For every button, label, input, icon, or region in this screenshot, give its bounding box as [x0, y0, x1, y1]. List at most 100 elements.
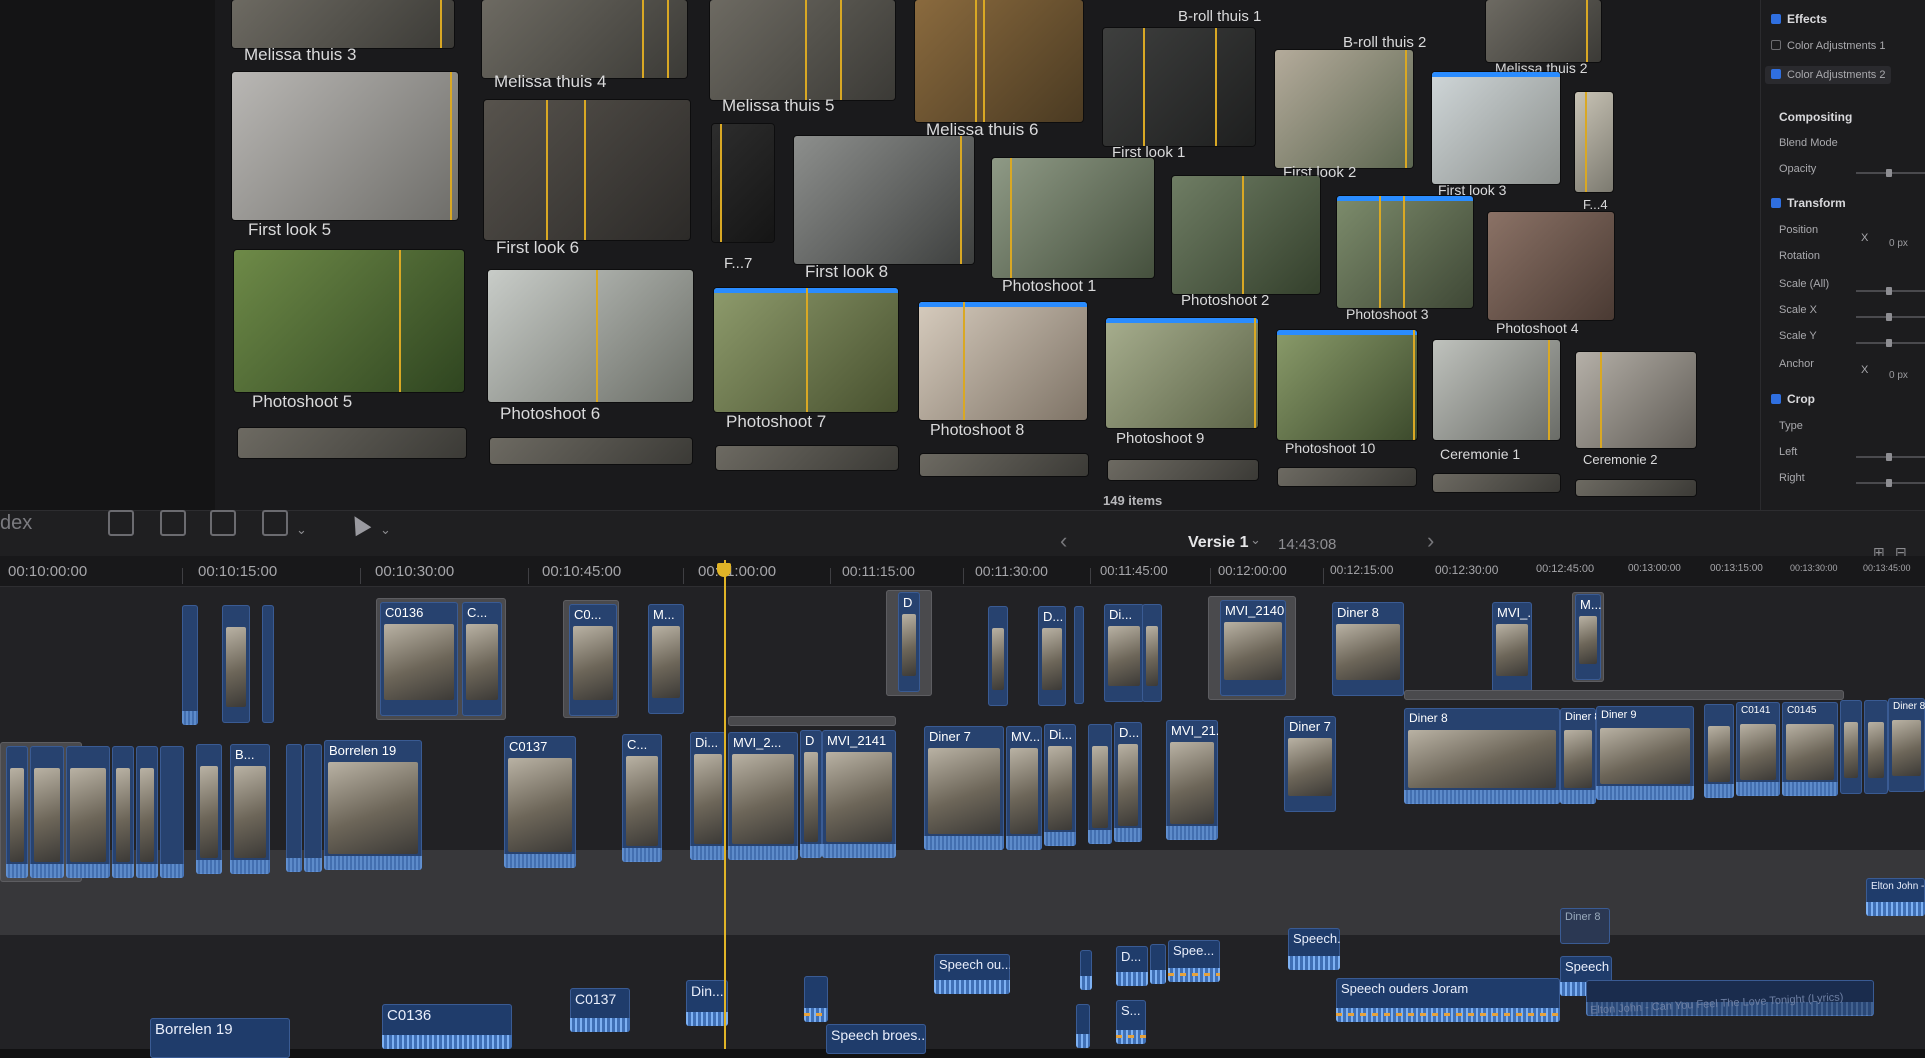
checkbox-icon[interactable]	[1771, 40, 1781, 50]
chevron-down-icon[interactable]: ⌄	[380, 522, 391, 538]
timeline-clip[interactable]: Diner 8	[1560, 708, 1596, 804]
browser-clip[interactable]	[920, 454, 1088, 476]
append-clip-icon[interactable]	[210, 510, 236, 536]
audio-clip[interactable]: S...	[1116, 1000, 1146, 1044]
timeline-clip[interactable]: C...	[622, 734, 662, 862]
browser-clip[interactable]	[1488, 212, 1614, 320]
browser-clip[interactable]	[490, 438, 692, 464]
compositing-section[interactable]: Compositing	[1779, 110, 1852, 124]
timeline-clip[interactable]: MV...	[1006, 726, 1042, 850]
browser-clip[interactable]	[1433, 474, 1560, 492]
browser-clip[interactable]	[1277, 330, 1417, 440]
timeline-clip[interactable]: MVI_2...	[728, 732, 798, 860]
browser-clip[interactable]	[238, 428, 466, 458]
audio-clip[interactable]: Speech ouders Joram	[1336, 978, 1560, 1022]
checkbox-icon[interactable]	[1771, 198, 1781, 208]
timeline-clip[interactable]: D...	[1114, 722, 1142, 842]
transform-section[interactable]: Transform	[1771, 196, 1846, 210]
project-name[interactable]: Versie 1	[1188, 534, 1249, 552]
browser-clip[interactable]	[1433, 340, 1560, 440]
timeline-clip[interactable]: Di...	[1104, 604, 1144, 702]
audio-clip[interactable]	[1076, 1004, 1090, 1048]
crop-section[interactable]: Crop	[1771, 392, 1815, 406]
checkbox-icon[interactable]	[1771, 14, 1781, 24]
audio-clip[interactable]: Diner 8	[1560, 908, 1610, 944]
timeline-clip[interactable]: M...	[1575, 594, 1601, 680]
browser-clip[interactable]	[1275, 50, 1413, 168]
timeline-clip[interactable]	[1142, 604, 1162, 702]
anchor-x-value[interactable]: 0 px	[1889, 370, 1908, 381]
timeline-clip[interactable]: B...	[230, 744, 270, 874]
browser-clip[interactable]	[232, 0, 454, 48]
timeline-clip[interactable]	[1088, 724, 1112, 844]
audio-clip[interactable]: Speech ou...	[934, 954, 1010, 994]
timeline-clip[interactable]: C0145	[1782, 702, 1838, 796]
browser-clip[interactable]	[1576, 480, 1696, 496]
scale-x-slider[interactable]	[1856, 313, 1925, 321]
opacity-slider[interactable]	[1856, 169, 1925, 177]
timeline-clip[interactable]: Di...	[690, 732, 726, 860]
browser-clip[interactable]	[716, 446, 898, 470]
audio-clip[interactable]: Speech broes...	[826, 1024, 926, 1054]
timeline-clip[interactable]: M...	[648, 604, 684, 714]
audio-clip[interactable]	[1150, 944, 1166, 984]
timeline-clip[interactable]: C0137	[504, 736, 576, 868]
timeline-clip[interactable]: MVI_2141	[822, 730, 896, 858]
checkbox-icon[interactable]	[1771, 69, 1781, 79]
audio-clip[interactable]	[1080, 950, 1092, 990]
insert-clip-icon[interactable]	[160, 510, 186, 536]
timeline-clip[interactable]: MVI_...	[1492, 602, 1532, 692]
effects-section[interactable]: Effects	[1771, 12, 1827, 26]
timeline-clip[interactable]	[136, 746, 158, 878]
browser-clip[interactable]	[919, 302, 1087, 420]
timeline-clip[interactable]	[304, 744, 322, 872]
checkbox-icon[interactable]	[1771, 394, 1781, 404]
timeline-clip[interactable]	[1840, 700, 1862, 794]
browser-clip[interactable]	[1337, 196, 1473, 308]
scale-all-slider[interactable]	[1856, 287, 1925, 295]
audio-clip[interactable]: Speech...	[1288, 928, 1340, 970]
timeline-clip[interactable]: Diner 8	[1888, 698, 1925, 792]
timeline-clip[interactable]: Diner 7	[1284, 716, 1336, 812]
browser-clip[interactable]	[915, 0, 1083, 122]
timeline-clip[interactable]	[286, 744, 302, 872]
audio-clip[interactable]: Elton John - Can	[1866, 878, 1925, 916]
scale-y-slider[interactable]	[1856, 339, 1925, 347]
browser-clip[interactable]	[1103, 28, 1255, 146]
back-arrow-icon[interactable]: ‹	[1060, 528, 1067, 554]
timeline-clip[interactable]: C0136	[380, 602, 458, 716]
browser-clip[interactable]	[712, 124, 774, 242]
timeline-clip[interactable]	[66, 746, 110, 878]
chevron-down-icon[interactable]: ⌄	[1250, 532, 1261, 548]
timeline-clip[interactable]	[988, 606, 1008, 706]
browser-clip[interactable]	[714, 288, 898, 412]
timeline-clip[interactable]: Diner 7	[924, 726, 1004, 850]
forward-arrow-icon[interactable]: ›	[1427, 528, 1434, 554]
playhead-handle[interactable]	[717, 563, 731, 577]
audio-clip[interactable]	[804, 976, 828, 1022]
connect-clip-icon[interactable]	[108, 510, 134, 536]
timeline-clip[interactable]: MVI_21...	[1166, 720, 1218, 840]
timeline-clip[interactable]	[30, 746, 64, 878]
color-adjustments-1[interactable]: Color Adjustments 1	[1771, 40, 1885, 52]
timeline-clip[interactable]	[1074, 606, 1084, 704]
chevron-down-icon[interactable]: ⌄	[296, 522, 307, 538]
timeline-clip[interactable]	[6, 746, 28, 878]
timeline-clip[interactable]	[1704, 704, 1734, 798]
timeline-clip[interactable]	[160, 746, 184, 878]
browser-clip[interactable]	[710, 0, 895, 100]
timeline-clip[interactable]: Di...	[1044, 724, 1076, 846]
browser-clip[interactable]	[232, 72, 458, 220]
timeline-clip[interactable]: D...	[1038, 606, 1066, 706]
crop-right-slider[interactable]	[1856, 479, 1925, 487]
timeline-clip[interactable]: C...	[462, 602, 502, 716]
timeline-clip[interactable]: C0...	[569, 604, 617, 716]
browser-clip[interactable]	[1575, 92, 1613, 192]
browser-clip[interactable]	[234, 250, 464, 392]
timeline-clip[interactable]: Borrelen 19	[324, 740, 422, 870]
audio-clip[interactable]: Din...	[686, 980, 728, 1026]
browser-clip[interactable]	[794, 136, 974, 264]
browser-clip[interactable]	[1486, 0, 1601, 62]
browser-clip[interactable]	[992, 158, 1154, 278]
browser-clip[interactable]	[488, 270, 693, 402]
